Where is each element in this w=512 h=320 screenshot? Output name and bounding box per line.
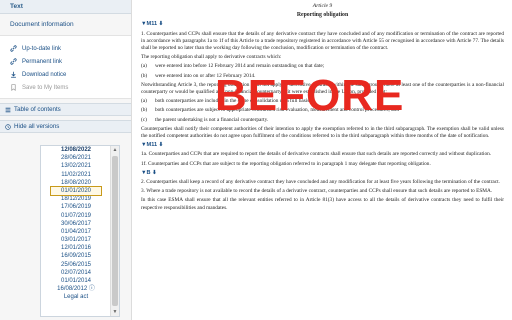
paragraph-2: The reporting obligation shall apply to …	[141, 54, 282, 61]
version-item[interactable]: 03/01/2017	[41, 236, 111, 244]
version-item[interactable]: 16/09/2015	[41, 252, 111, 260]
table-of-contents-toggle[interactable]: Table of contents	[0, 103, 131, 116]
sidebar: Text Document information Up-to-date lin…	[0, 0, 132, 320]
version-item[interactable]: 02/07/2014	[41, 269, 111, 277]
list-item-label: (c)	[141, 116, 147, 123]
version-item[interactable]: 18/12/2019	[41, 195, 111, 203]
article-title: Reporting obligation	[296, 12, 349, 19]
amendment-marker-m11b[interactable]: ▼M11 ⬇	[141, 142, 504, 149]
paragraph-8: 3. Where a trade repository is not avail…	[141, 188, 493, 195]
version-item[interactable]: 13/02/2021	[41, 162, 111, 170]
download-notice-link[interactable]: Download notice	[10, 68, 131, 81]
list-item-text: were entered into before 12 February 201…	[155, 63, 325, 70]
version-item[interactable]: 01/01/2020	[50, 185, 102, 197]
list-item-text: both counterparties are subject to appro…	[155, 107, 399, 114]
versions-list-box: 12/08/2022 28/06/2021 13/02/2021 11/02/2021…	[40, 145, 120, 317]
version-item[interactable]: 30/06/2017	[41, 220, 111, 228]
version-item[interactable]: 17/06/2019	[41, 203, 111, 211]
list-item: (a) were entered into before 12 February …	[141, 63, 504, 70]
hide-all-versions-toggle[interactable]: Hide all versions	[0, 120, 131, 133]
scroll-down-icon[interactable]: ▼	[112, 308, 118, 316]
list-icon	[5, 107, 11, 112]
version-item[interactable]: 18/08/2020	[41, 179, 111, 187]
scroll-up-icon[interactable]: ▲	[112, 146, 118, 154]
version-item[interactable]: 01/07/2019	[41, 212, 111, 220]
list-item: (a) both counterparties are included in t…	[141, 98, 504, 105]
article-number: Article 9	[312, 3, 333, 9]
list-item-label: (a)	[141, 63, 147, 70]
up-to-date-link[interactable]: Up-to-date link	[10, 42, 131, 55]
link-icon	[10, 45, 17, 52]
up-to-date-link-label: Up-to-date link	[22, 45, 62, 52]
version-item[interactable]: 16/08/2012 ⓘ	[41, 285, 111, 293]
table-of-contents-label: Table of contents	[14, 105, 61, 113]
list-item-text: both counterparties are included in the …	[155, 98, 311, 105]
permanent-link-label: Permanent link	[22, 58, 63, 65]
version-item[interactable]: 01/04/2017	[41, 228, 111, 236]
permalink-icon	[10, 58, 17, 65]
list-item: (b) were entered into on or after 12 Febr…	[141, 73, 504, 80]
list-item-label: (b)	[141, 72, 148, 79]
amendment-marker-b[interactable]: ▼B ⬇	[141, 170, 504, 177]
list-item-label: (a)	[141, 98, 147, 105]
version-item[interactable]: 12/01/2016	[41, 244, 111, 252]
paragraph-6: 1f. Counterparties and CCPs that are sub…	[141, 160, 431, 167]
sidebar-header-text: Text	[0, 0, 131, 14]
versions-list: 12/08/2022 28/06/2021 13/02/2021 11/02/2021…	[41, 146, 111, 316]
bookmark-icon	[11, 84, 16, 91]
list-item-text: were entered into on or after 12 Februar…	[155, 72, 256, 79]
scroll-thumb[interactable]	[112, 156, 118, 306]
list-item: (c) the parent undertaking is not a finan…	[141, 117, 504, 124]
save-to-my-items-label: Save to My Items	[22, 84, 69, 91]
download-notice-label: Download notice	[22, 71, 67, 78]
version-item[interactable]: 25/06/2015	[41, 261, 111, 269]
document-body: Article 9 Reporting obligation ▼M11 ⬇ 1.…	[133, 0, 512, 320]
paragraph-3: Notwithstanding Article 3, the reporting…	[141, 81, 504, 96]
list-item-text: the parent undertaking is not a financia…	[155, 116, 269, 123]
hide-all-versions-label: Hide all versions	[14, 122, 60, 130]
version-item[interactable]: 12/08/2022	[41, 146, 111, 154]
version-item[interactable]: 01/01/2014	[41, 277, 111, 285]
save-to-my-items-link[interactable]: Save to My Items	[10, 81, 131, 94]
version-item[interactable]: 11/02/2021	[41, 171, 111, 179]
sidebar-actions: Up-to-date link Permanent link Download …	[0, 36, 131, 99]
paragraph-9: In this case ESMA shall ensure that all …	[141, 197, 504, 211]
versions-scrollbar[interactable]: ▲ ▼	[110, 146, 119, 316]
list-item: (b) both counterparties are subject to ap…	[141, 107, 504, 114]
document-information-link[interactable]: Document information	[0, 14, 131, 36]
legal-act-link[interactable]: Legal act	[41, 293, 111, 301]
permanent-link[interactable]: Permanent link	[10, 55, 131, 68]
list-item-label: (b)	[141, 107, 148, 114]
clock-icon	[5, 123, 11, 130]
paragraph-4: Counterparties shall notify their compet…	[141, 125, 504, 140]
version-item[interactable]: 28/06/2021	[41, 154, 111, 162]
paragraph-5: 1a. Counterparties and CCPs that are req…	[141, 151, 492, 158]
download-icon	[11, 71, 16, 78]
paragraph-1: 1. Counterparties and CCPs shall ensure …	[141, 30, 504, 52]
amendment-marker-m11[interactable]: ▼M11 ⬇	[141, 21, 504, 28]
paragraph-7: 2. Counterparties shall keep a record of…	[141, 179, 500, 186]
